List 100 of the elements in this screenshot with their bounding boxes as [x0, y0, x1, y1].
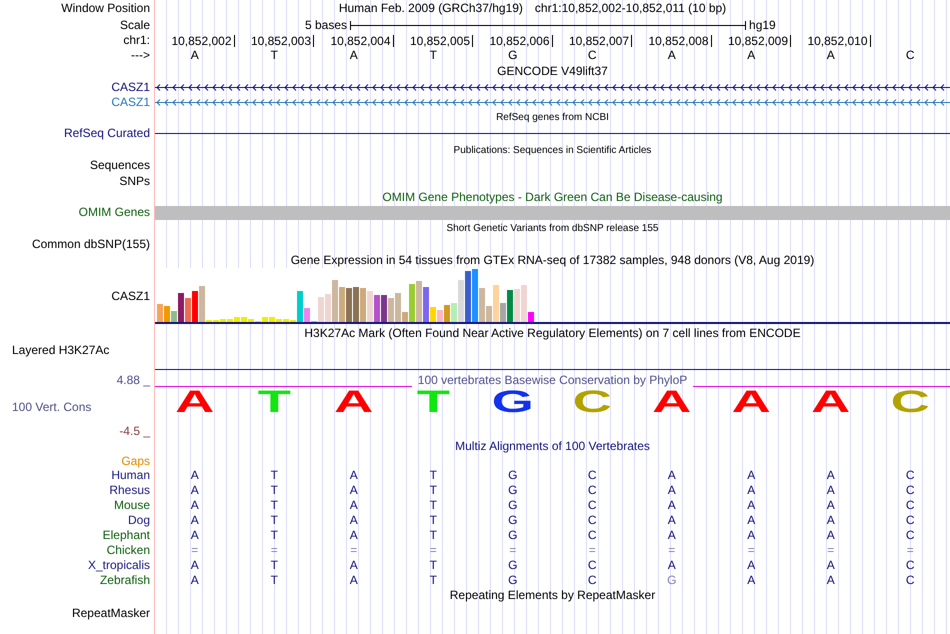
aligned-base: A: [668, 469, 676, 482]
species-label: Chicken: [106, 544, 150, 557]
aligned-base: A: [826, 469, 835, 482]
aligned-base: T: [430, 514, 437, 527]
aligned-base: A: [668, 499, 676, 512]
aligned-base: A: [826, 529, 835, 542]
aligned-base: A: [747, 574, 756, 587]
conservation-letter: G: [492, 387, 534, 420]
expression-bars-drawing[interactable]: [156, 268, 536, 322]
coordinate-tick: 10,852,008: [648, 34, 712, 46]
coordinate-tick: 10,852,003: [250, 34, 314, 46]
track-title: 100 vertebrates Basewise Conservation by PhyloP: [416, 374, 688, 387]
aligned-base: G: [508, 514, 518, 527]
track-label: Scale: [120, 18, 150, 32]
track-label: --->: [131, 49, 150, 62]
track-title: Gene Expression in 54 tissues from GTEx RNA-seq of 17382 samples, 948 donors (V8, Aug 2019): [290, 254, 814, 266]
base-letter: A: [350, 49, 358, 62]
track-title: RefSeq genes from NCBI: [496, 111, 609, 124]
aligned-base: A: [190, 469, 199, 482]
conservation-letter: A: [811, 387, 850, 420]
species-label: Human: [111, 469, 150, 482]
conservation-letter: T: [416, 387, 450, 420]
aligned-base: G: [508, 529, 518, 542]
aligned-base: C: [588, 529, 597, 542]
coordinate-tick: 10,852,007: [568, 34, 632, 46]
aligned-base: T: [270, 559, 278, 572]
aligned-base: T: [430, 484, 437, 497]
track-title: Multiz Alignments of 100 Vertebrates: [455, 440, 650, 453]
aligned-base: C: [906, 499, 915, 512]
scale-text: 5 bases: [305, 18, 348, 32]
conservation-letter: A: [334, 387, 374, 420]
coordinate-tick: 10,852,004: [330, 34, 394, 46]
gene-track-drawing[interactable]: [155, 99, 950, 106]
aligned-base: T: [270, 574, 278, 587]
aligned-base: A: [747, 499, 756, 512]
aligned-base: A: [350, 484, 358, 497]
base-letter: A: [826, 49, 835, 62]
gene-track-drawing[interactable]: [155, 84, 950, 91]
track-label: Gaps: [121, 455, 150, 468]
aligned-base: A: [350, 574, 358, 587]
track-title: Repeating Elements by RepeatMasker: [450, 589, 656, 602]
gene-track-line[interactable]: [155, 133, 950, 134]
aligned-base: A: [826, 484, 835, 497]
track-label: Layered H3K27Ac: [12, 344, 110, 357]
species-label: Zebrafish: [100, 574, 150, 587]
coordinate-tick: 10,852,002: [171, 34, 234, 46]
aligned-base: A: [826, 499, 835, 512]
track-label[interactable]: OMIM Genes: [78, 206, 150, 219]
coordinate-tick: 10,852,006: [489, 34, 552, 46]
gene-label[interactable]: CASZ1: [111, 96, 150, 109]
aligned-base: A: [747, 529, 756, 542]
base-letter: C: [588, 49, 597, 62]
track-label: Common dbSNP(155): [32, 238, 150, 251]
aligned-base: T: [270, 469, 278, 482]
aligned-base: A: [668, 529, 676, 542]
aligned-base: C: [588, 574, 597, 587]
aligned-base: T: [270, 484, 278, 497]
gene-label[interactable]: CASZ1: [111, 81, 150, 94]
aligned-base: =: [509, 544, 516, 557]
track-title: GENCODE V49lift37: [497, 65, 608, 78]
aligned-base: G: [667, 574, 676, 587]
track-label: Window Position: [61, 2, 150, 15]
aligned-base: C: [906, 574, 915, 587]
assembly-name: hg19: [749, 18, 776, 32]
track-label: Sequences: [90, 159, 150, 172]
aligned-base: =: [906, 544, 914, 557]
aligned-base: =: [668, 544, 676, 557]
base-letter: T: [430, 49, 437, 62]
aligned-base: A: [190, 484, 199, 497]
aligned-base: A: [350, 559, 358, 572]
aligned-base: A: [668, 484, 676, 497]
track-title: Publications: Sequences in Scientific Articles: [454, 144, 652, 156]
base-letter: A: [668, 49, 676, 62]
aligned-base: T: [270, 529, 278, 542]
aligned-base: =: [588, 544, 596, 557]
aligned-base: G: [508, 469, 518, 482]
aligned-base: G: [508, 484, 518, 497]
assembly-title: Human Feb. 2009 (GRCh37/hg19): [338, 2, 523, 15]
aligned-base: =: [270, 544, 278, 557]
track-title: OMIM Gene Phenotypes - Dark Green Can Be Disease-causing: [382, 191, 723, 204]
base-letter: T: [270, 49, 278, 62]
aligned-base: A: [190, 559, 199, 572]
aligned-base: C: [588, 559, 597, 572]
aligned-base: A: [190, 574, 199, 587]
aligned-base: C: [588, 499, 597, 512]
aligned-base: A: [350, 514, 358, 527]
aligned-base: C: [588, 514, 597, 527]
conservation-letter: C: [890, 387, 930, 420]
species-label: Elephant: [102, 529, 150, 542]
aligned-base: C: [588, 469, 597, 482]
aligned-base: A: [747, 559, 756, 572]
aligned-base: =: [350, 544, 358, 557]
axis-min-label: -4.5 _: [119, 425, 150, 438]
aligned-base: A: [350, 499, 358, 512]
aligned-base: A: [190, 514, 199, 527]
aligned-base: T: [430, 559, 437, 572]
aligned-base: C: [906, 529, 915, 542]
track-label: RepeatMasker: [72, 607, 150, 620]
track-label: SNPs: [119, 175, 150, 188]
track-label[interactable]: RefSeq Curated: [64, 127, 150, 140]
